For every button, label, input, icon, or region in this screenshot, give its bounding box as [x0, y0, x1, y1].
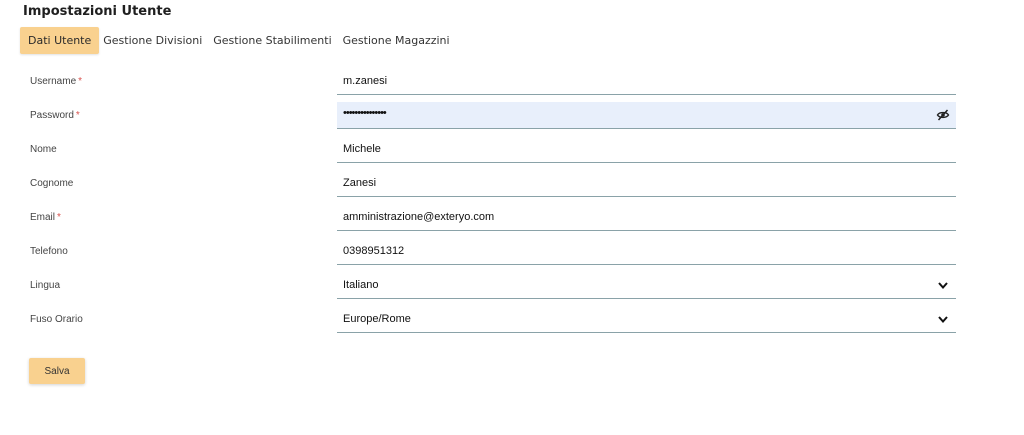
username-row: Username * m.zanesi [0, 68, 1024, 96]
required-marker: * [78, 76, 83, 87]
telefono-row: Telefono 0398951312 [0, 238, 1024, 266]
tab-dati-utente[interactable]: Dati Utente [20, 27, 100, 54]
eye-slash-icon[interactable] [936, 108, 950, 122]
email-field[interactable]: amministrazione@exteryo.com [337, 204, 956, 231]
username-value: m.zanesi [343, 75, 388, 87]
cognome-row: Cognome Zanesi [0, 170, 1024, 198]
password-value: ••••••••••••••• [343, 107, 387, 119]
lingua-select[interactable]: Italiano [337, 272, 956, 299]
telefono-field[interactable]: 0398951312 [337, 238, 956, 265]
telefono-value: 0398951312 [343, 245, 405, 257]
password-label: Password * [30, 110, 80, 121]
email-row: Email * amministrazione@exteryo.com [0, 204, 1024, 232]
password-field[interactable]: ••••••••••••••• [337, 102, 956, 129]
tab-gestione-stabilimenti[interactable]: Gestione Stabilimenti [211, 27, 333, 54]
username-field[interactable]: m.zanesi [337, 68, 956, 95]
required-marker: * [75, 110, 80, 121]
lingua-value: Italiano [343, 279, 379, 291]
tab-gestione-magazzini[interactable]: Gestione Magazzini [341, 27, 452, 54]
lingua-row: Lingua Italiano [0, 272, 1024, 300]
email-value: amministrazione@exteryo.com [343, 211, 495, 223]
password-row: Password * ••••••••••••••• [0, 102, 1024, 130]
nome-label: Nome [30, 144, 57, 155]
username-label: Username * [30, 76, 83, 87]
required-marker: * [57, 212, 61, 223]
fuso-orario-value: Europe/Rome [343, 313, 411, 325]
nome-value: Michele [343, 143, 381, 155]
cognome-field[interactable]: Zanesi [337, 170, 956, 197]
chevron-down-icon [936, 312, 950, 326]
email-label: Email * [30, 212, 61, 223]
fuso-orario-row: Fuso Orario Europe/Rome [0, 306, 1024, 334]
cognome-label: Cognome [30, 178, 74, 189]
nome-row: Nome Michele [0, 136, 1024, 164]
fuso-orario-label: Fuso Orario [30, 314, 83, 325]
save-button[interactable]: Salva [29, 358, 85, 384]
cognome-value: Zanesi [343, 177, 377, 189]
nome-field[interactable]: Michele [337, 136, 956, 163]
page-title: Impostazioni Utente [23, 4, 172, 19]
telefono-label: Telefono [30, 246, 68, 257]
lingua-label: Lingua [30, 280, 61, 291]
tab-bar: Dati Utente Gestione Divisioni Gestione … [20, 27, 452, 54]
chevron-down-icon [936, 278, 950, 292]
tab-gestione-divisioni[interactable]: Gestione Divisioni [101, 27, 204, 54]
fuso-orario-select[interactable]: Europe/Rome [337, 306, 956, 333]
